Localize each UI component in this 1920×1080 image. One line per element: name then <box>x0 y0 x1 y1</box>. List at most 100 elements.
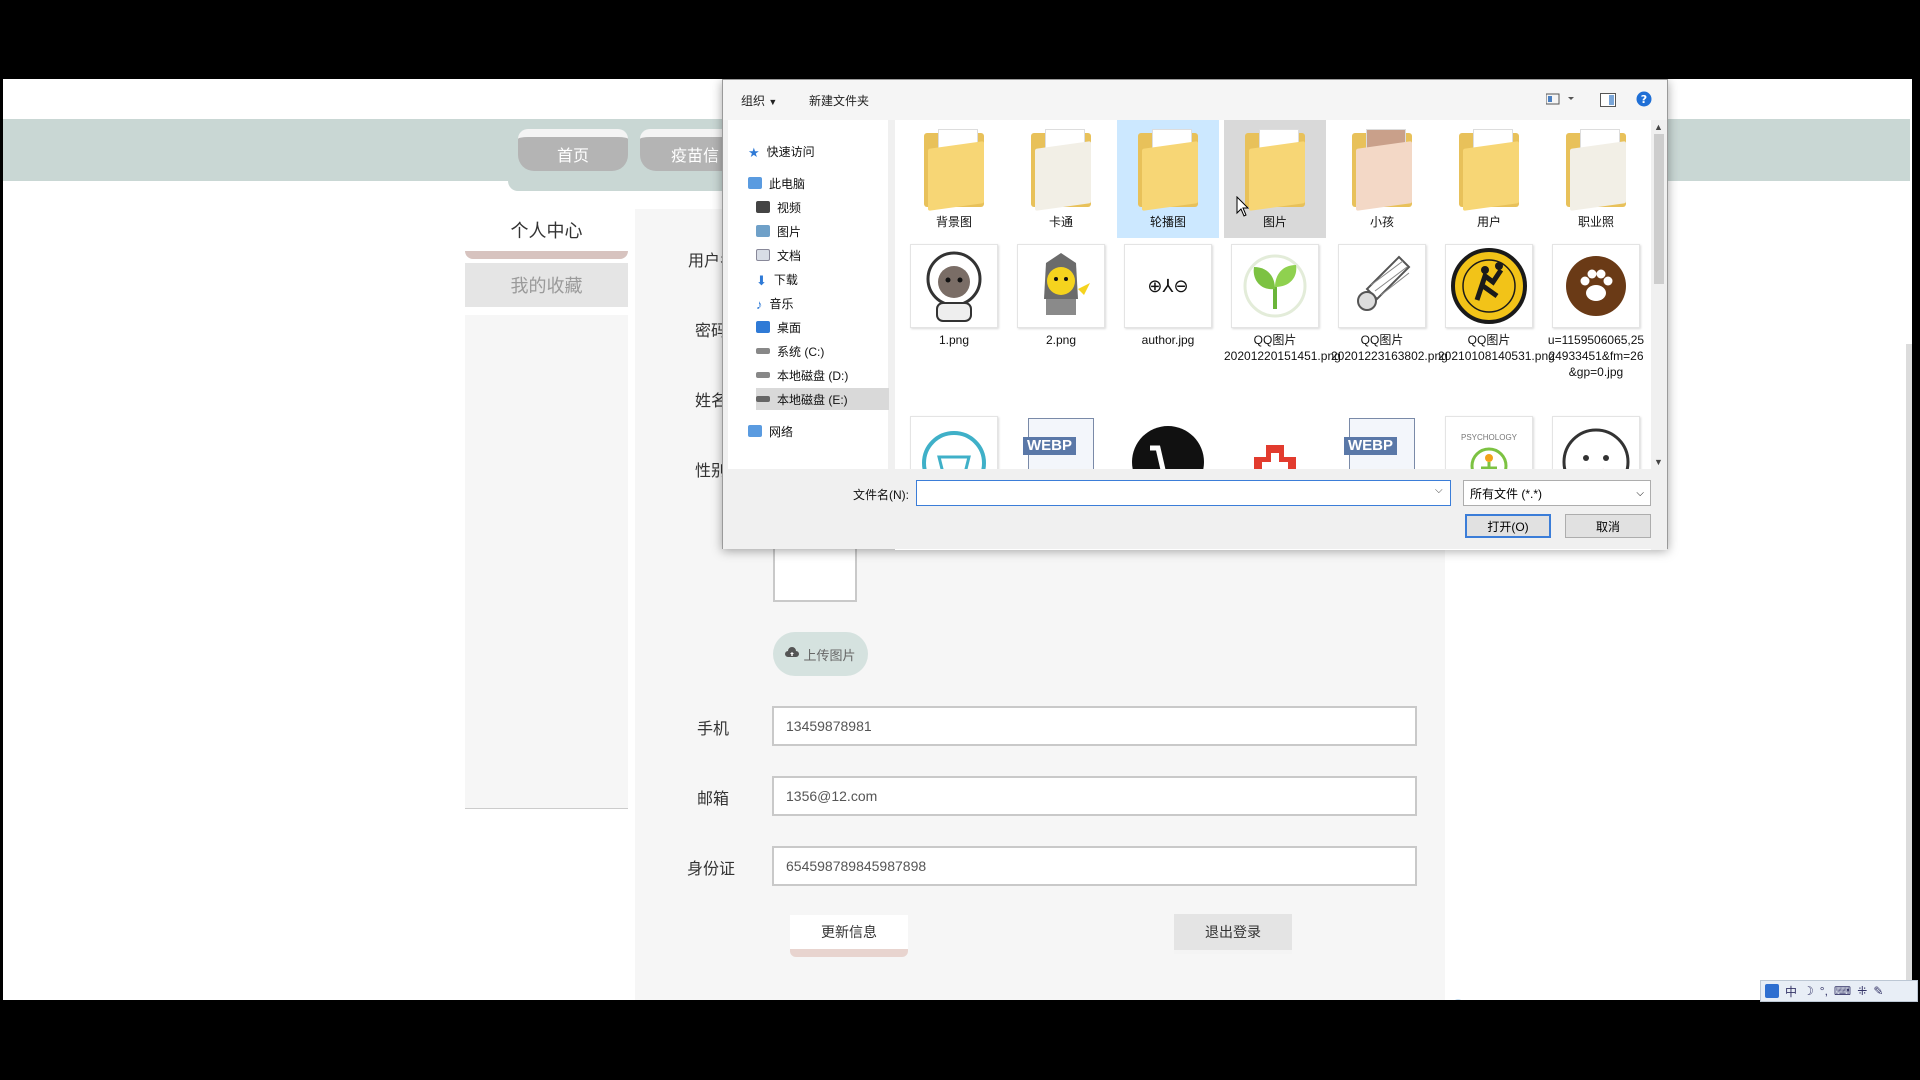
drive-icon <box>756 396 770 402</box>
desktop-icon <box>756 321 770 333</box>
image-file-item[interactable]: 1.png <box>903 244 1005 348</box>
star-icon: ★ <box>748 145 760 160</box>
image-file-item[interactable]: QQ图片20201223163802.png <box>1331 244 1448 364</box>
nav-bar-curve <box>508 181 748 191</box>
paw-icon <box>1552 244 1640 328</box>
nav-music[interactable]: ♪ 音乐 <box>756 292 911 314</box>
filename-input[interactable] <box>916 480 1451 506</box>
screen: 首页 疫苗信 个人中心 我的收藏 用户名 密码 姓名 性别 上传图片 手机 13… <box>0 0 1920 1080</box>
folder-item-hovered[interactable]: 图片 <box>1224 120 1326 238</box>
folder-icon <box>1566 129 1626 211</box>
image-file-item[interactable]: QQ图片20210108140531.png <box>1438 244 1555 364</box>
page-scrollbar[interactable] <box>1906 344 1912 1000</box>
avatar-preview <box>773 547 857 602</box>
sprout-icon <box>1231 244 1319 328</box>
image-file-item[interactable]: 2.png <box>1010 244 1112 348</box>
nav-downloads[interactable]: ⬇ 下载 <box>756 268 911 290</box>
folder-icon <box>1459 129 1519 211</box>
filetype-select[interactable]: 所有文件 (*.*) ⌵ <box>1463 480 1651 506</box>
scroll-up-arrow-icon[interactable]: ▲ <box>1654 122 1663 132</box>
scroll-down-arrow-icon[interactable]: ▼ <box>1654 457 1663 467</box>
computer-icon <box>748 177 762 189</box>
sidebar-personal-center[interactable]: 个人中心 <box>465 209 628 259</box>
nav-this-pc[interactable]: 此电脑 <box>748 172 903 194</box>
drive-icon <box>756 348 770 354</box>
folder-icon <box>1138 129 1198 211</box>
menu-icon[interactable]: ⁜ <box>1857 984 1867 998</box>
file-open-dialog: 组织 ▼ 新建文件夹 ? ★ 快速访问 此电脑 视频 图片 文档 ⬇ 下载 ♪ 音乐 … <box>722 79 1668 550</box>
nav-pictures[interactable]: 图片 <box>756 220 911 242</box>
author-image-thumbnail: ⊕⅄⊖ <box>1124 244 1212 328</box>
filename-dropdown-icon[interactable]: ⌵ <box>1435 485 1443 496</box>
phone-input[interactable]: 13459878981 <box>772 706 1417 746</box>
caret-down-icon: ▼ <box>768 97 778 107</box>
preview-pane-icon[interactable] <box>1600 93 1616 110</box>
sidebar-favorites[interactable]: 我的收藏 <box>465 263 628 307</box>
nav-drive-c[interactable]: 系统 (C:) <box>756 340 911 362</box>
id-card-input[interactable]: 654598789845987898 <box>772 846 1417 886</box>
moon-icon[interactable]: ☽ <box>1803 984 1814 998</box>
upload-label: 上传图片 <box>803 647 856 663</box>
cloud-upload-icon <box>785 646 800 662</box>
watermark-logo-icon <box>1455 999 1462 1000</box>
wrench-icon[interactable]: ✎ <box>1873 984 1883 998</box>
update-info-button[interactable]: 更新信息 <box>790 915 908 957</box>
image-file-item[interactable]: ⊕⅄⊖ author.jpg <box>1117 244 1219 348</box>
nav-documents[interactable]: 文档 <box>756 244 911 266</box>
folder-icon <box>924 129 984 211</box>
drive-icon <box>756 372 770 378</box>
video-icon <box>756 201 770 213</box>
folder-icon <box>1245 129 1305 211</box>
ime-mode-label[interactable]: 中 <box>1785 983 1797 1000</box>
nav-videos[interactable]: 视频 <box>756 196 911 218</box>
label-email: 邮箱 <box>697 791 730 808</box>
astronaut-cat-icon <box>910 244 998 328</box>
music-icon: ♪ <box>756 297 763 312</box>
email-input[interactable]: 1356@12.com <box>772 776 1417 816</box>
shuttlecock-icon <box>1338 244 1426 328</box>
folder-icon <box>1352 129 1412 211</box>
image-file-item[interactable]: u=1159506065,2524933451&fm=26&gp=0.jpg <box>1545 244 1647 380</box>
new-folder-button[interactable]: 新建文件夹 <box>809 92 869 109</box>
logout-button[interactable]: 退出登录 <box>1174 914 1292 954</box>
cancel-button[interactable]: 取消 <box>1565 514 1651 538</box>
trainer-badge-icon <box>1445 244 1533 328</box>
organize-menu[interactable]: 组织 ▼ <box>741 92 777 109</box>
nav-quick-access[interactable]: ★ 快速访问 <box>748 140 903 162</box>
chevron-down-icon: ⌵ <box>1636 487 1644 499</box>
view-options-icon[interactable] <box>1545 93 1576 108</box>
folder-item-selected[interactable]: 轮播图 <box>1117 120 1219 238</box>
label-id: 身份证 <box>687 861 736 878</box>
network-icon <box>748 425 762 437</box>
folder-item[interactable]: 卡通 <box>1010 126 1112 230</box>
scrollbar-thumb[interactable] <box>1654 134 1664 284</box>
svg-text:?: ? <box>1641 93 1647 106</box>
folder-item[interactable]: 背景图 <box>903 126 1005 230</box>
ime-logo-icon <box>1765 984 1779 998</box>
dialog-bottom-area: 文件名(N): ⌵ 所有文件 (*.*) ⌵ 打开(O) 取消 <box>723 469 1667 549</box>
pictures-icon <box>756 225 770 237</box>
filename-label: 文件名(N): <box>853 488 909 502</box>
nav-drive-d[interactable]: 本地磁盘 (D:) <box>756 364 911 386</box>
keyboard-icon[interactable]: ⌨ <box>1834 984 1851 998</box>
help-icon[interactable]: ? <box>1636 91 1652 110</box>
documents-icon <box>756 249 770 261</box>
label-phone: 手机 <box>697 721 730 738</box>
upload-image-button[interactable]: 上传图片 <box>773 632 868 676</box>
folder-item[interactable]: 职业照 <box>1545 126 1647 230</box>
nav-desktop[interactable]: 桌面 <box>756 316 911 338</box>
pikachu-icon <box>1017 244 1105 328</box>
open-button[interactable]: 打开(O) <box>1465 514 1551 538</box>
sidebar-panel <box>465 315 628 809</box>
nav-home[interactable]: 首页 <box>518 129 628 171</box>
nav-drive-e[interactable]: 本地磁盘 (E:) <box>756 388 889 410</box>
mouse-cursor-icon <box>1236 196 1250 217</box>
nav-network[interactable]: 网络 <box>748 420 903 442</box>
folder-icon <box>1031 129 1091 211</box>
folder-item[interactable]: 用户 <box>1438 126 1540 230</box>
folder-item[interactable]: 小孩 <box>1331 126 1433 230</box>
dialog-toolbar: 组织 ▼ 新建文件夹 ? <box>723 80 1667 120</box>
image-file-item[interactable]: QQ图片20201220151451.png <box>1224 244 1341 364</box>
punctuation-icon[interactable]: °, <box>1820 984 1828 998</box>
ime-toolbar[interactable]: 中 ☽ °, ⌨ ⁜ ✎ <box>1760 980 1918 1002</box>
